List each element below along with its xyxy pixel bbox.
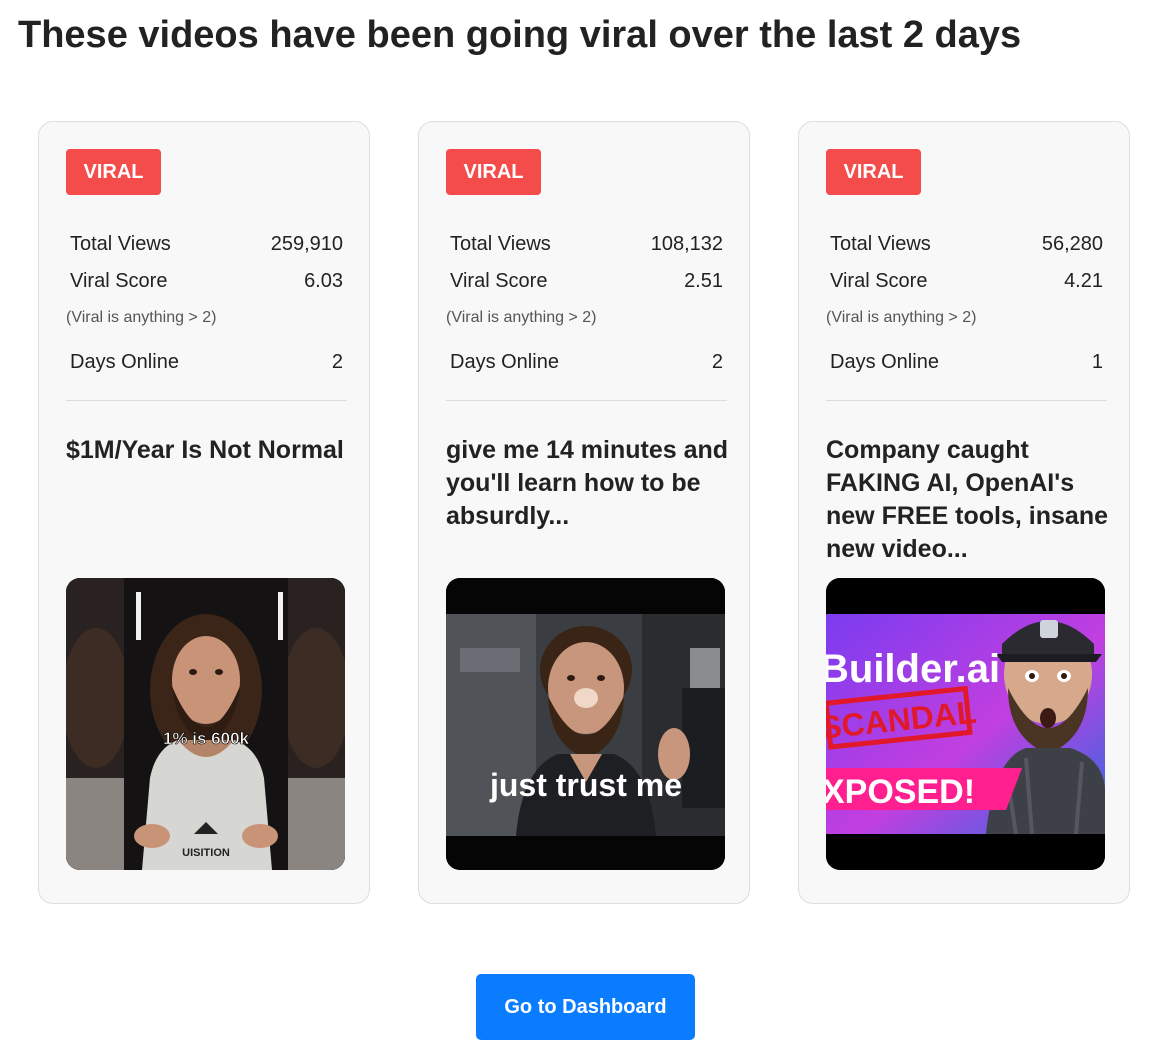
thumbnail-caption: 1% is 600k <box>163 729 250 748</box>
card-divider <box>446 400 727 401</box>
viral-badge: VIRAL <box>66 149 161 195</box>
days-online-row: Days Online 2 <box>70 349 343 375</box>
total-views-label: Total Views <box>70 233 171 255</box>
video-card-3[interactable]: VIRAL Total Views 56,280 Viral Score 4.2… <box>798 121 1130 904</box>
days-online-value: 1 <box>1091 351 1103 373</box>
video-card-2[interactable]: VIRAL Total Views 108,132 Viral Score 2.… <box>418 121 750 904</box>
thumbnail-banner: XPOSED! <box>826 773 975 811</box>
days-online-label: Days Online <box>830 351 939 373</box>
total-views-value: 259,910 <box>270 233 343 255</box>
video-thumbnail[interactable]: just trust me <box>446 578 725 870</box>
total-views-value: 108,132 <box>650 233 723 255</box>
go-to-dashboard-button[interactable]: Go to Dashboard <box>476 974 695 1040</box>
days-online-value: 2 <box>711 351 723 373</box>
card-divider <box>826 400 1107 401</box>
days-online-row: Days Online 1 <box>830 349 1103 375</box>
card-divider <box>66 400 347 401</box>
viral-threshold-note: (Viral is anything > 2) <box>446 309 597 326</box>
viral-score-row: Viral Score 4.21 <box>830 268 1103 294</box>
days-online-value: 2 <box>331 351 343 373</box>
total-views-row: Total Views 259,910 <box>70 231 343 257</box>
viral-score-row: Viral Score 6.03 <box>70 268 343 294</box>
days-online-row: Days Online 2 <box>450 349 723 375</box>
video-title[interactable]: $1M/Year Is Not Normal <box>66 434 356 467</box>
viral-score-value: 2.51 <box>684 270 723 292</box>
video-thumbnail[interactable]: Builder.ai SCANDAL XPOSED! <box>826 578 1105 870</box>
viral-threshold-note: (Viral is anything > 2) <box>66 309 217 326</box>
total-views-row: Total Views 56,280 <box>830 231 1103 257</box>
video-card-1[interactable]: VIRAL Total Views 259,910 Viral Score 6.… <box>38 121 370 904</box>
shirt-text: UISITION <box>182 847 230 859</box>
video-title[interactable]: Company caught FAKING AI, OpenAI's new F… <box>826 434 1116 566</box>
thumbnail-brand: Builder.ai <box>826 647 1000 691</box>
days-online-label: Days Online <box>450 351 559 373</box>
days-online-label: Days Online <box>70 351 179 373</box>
video-title[interactable]: give me 14 minutes and you'll learn how … <box>446 434 736 533</box>
viral-badge: VIRAL <box>826 149 921 195</box>
total-views-row: Total Views 108,132 <box>450 231 723 257</box>
viral-threshold-note: (Viral is anything > 2) <box>826 309 977 326</box>
viral-score-label: Viral Score <box>830 270 928 292</box>
viral-score-label: Viral Score <box>70 270 168 292</box>
viral-score-value: 6.03 <box>304 270 343 292</box>
video-thumbnail[interactable]: UISITION 1% is 600k <box>66 578 345 870</box>
viral-badge: VIRAL <box>446 149 541 195</box>
viral-score-row: Viral Score 2.51 <box>450 268 723 294</box>
total-views-label: Total Views <box>830 233 931 255</box>
thumbnail-caption: just trust me <box>489 767 682 803</box>
viral-score-value: 4.21 <box>1064 270 1103 292</box>
viral-score-label: Viral Score <box>450 270 548 292</box>
page-title: These videos have been going viral over … <box>18 14 1022 56</box>
total-views-value: 56,280 <box>1041 233 1103 255</box>
total-views-label: Total Views <box>450 233 551 255</box>
